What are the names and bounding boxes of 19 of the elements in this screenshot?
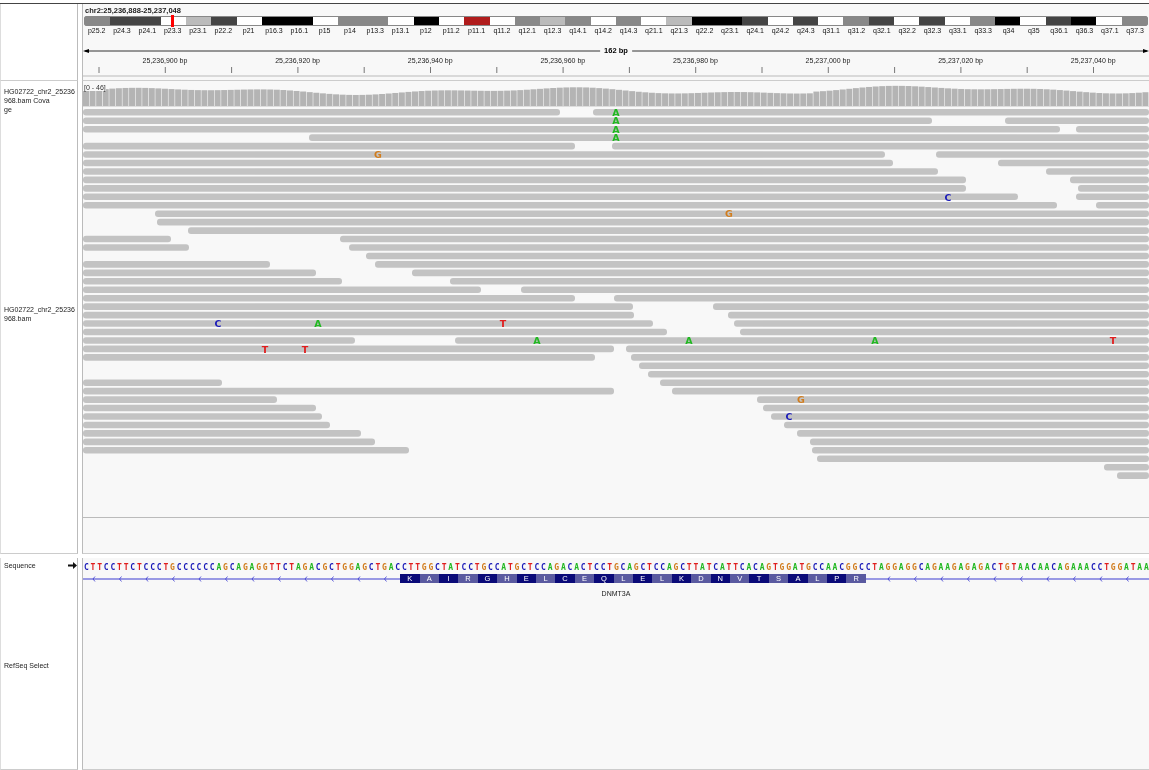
mismatch-base: A: [612, 132, 620, 144]
mismatch-base: T: [1109, 335, 1117, 347]
sequence-text: CTTCCTTCTCCCTGCCCCCCAGCAGAGGTTCTAGACGCTGGAGCTGACCTTGGCTATCCTGCCATGCTCCAGACACTCCTGCAGCTCCAGCTTATCATTCACAGTGGATGCCAACGGCCTAGGAGGCAGAAGAGAGACTGTAACAACAGAAACCTGGATAA: [83, 562, 1149, 573]
mismatch-base: C: [214, 318, 222, 330]
mismatch-base: G: [374, 149, 382, 161]
mismatch-base: T: [301, 343, 309, 355]
mismatch-base: A: [871, 335, 879, 347]
mismatch-base: T: [499, 318, 507, 330]
mismatch-base: C: [944, 191, 952, 203]
mismatch-base: G: [797, 394, 805, 406]
mismatch-base: A: [612, 109, 620, 118]
mismatch-base: G: [725, 208, 733, 220]
arrow-right-icon[interactable]: [68, 562, 77, 570]
chromosome-ideogram[interactable]: [84, 16, 1148, 26]
mismatch-base: A: [685, 335, 693, 347]
mismatch-base: A: [314, 318, 322, 330]
mismatch-base: C: [785, 411, 793, 423]
mismatch-base: A: [533, 335, 541, 347]
mismatch-base: T: [261, 343, 269, 355]
